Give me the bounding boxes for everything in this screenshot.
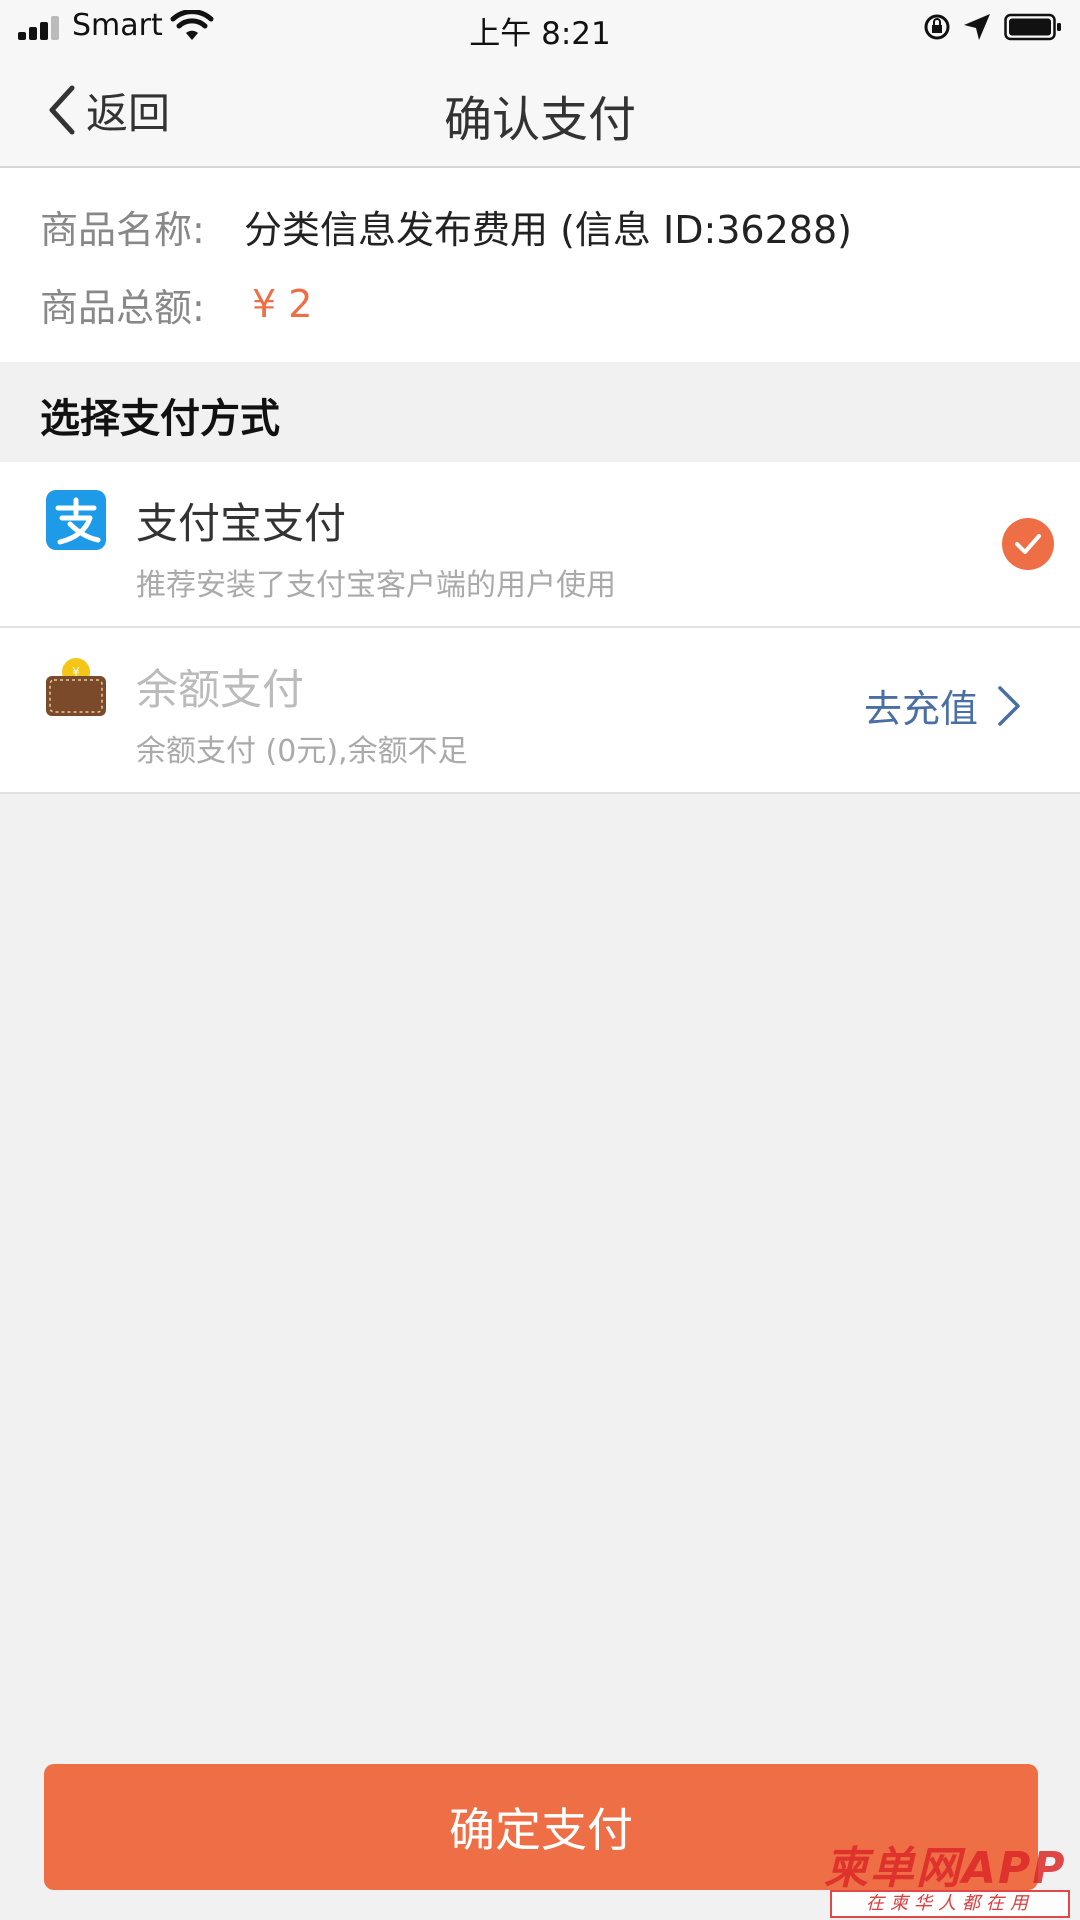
alipay-subtitle: 推荐安装了支付宝客户端的用户使用 [136,568,616,603]
selected-check-icon [1002,518,1054,570]
recharge-link[interactable]: 去充值 [864,678,1022,733]
product-amount-value: ¥ 2 [252,282,313,326]
chevron-right-icon [998,685,1020,726]
payment-section-header: 选择支付方式 [0,362,1080,462]
battery-icon [1004,13,1061,41]
balance-option[interactable]: ¥ 余额支付 余额支付 (0元),余额不足 去充值 [0,628,1080,794]
confirm-payment-button[interactable]: 确定支付 [44,1764,1038,1890]
page-title: 确认支付 [443,92,636,148]
alipay-title: 支付宝支付 [136,499,347,548]
balance-subtitle: 余额支付 (0元),余额不足 [136,734,468,769]
orientation-lock-icon [924,14,950,40]
alipay-option[interactable]: 支付宝支付 推荐安装了支付宝客户端的用户使用 [0,462,1080,628]
watermark-slogan: 在柬华人都在用 [830,1890,1070,1918]
payment-section-title: 选择支付方式 [40,396,280,442]
wallet-icon: ¥ [46,658,106,716]
product-name-row: 商品名称: 分类信息发布费用 (信息 ID:36288) [40,196,852,256]
product-info: 商品名称: 分类信息发布费用 (信息 ID:36288) 商品总额: ¥ 2 [0,168,1080,362]
product-amount-row: 商品总额: ¥ 2 [40,274,312,334]
product-name-label: 商品名称: [40,207,205,252]
recharge-label: 去充值 [864,687,979,731]
balance-title: 余额支付 [136,665,305,714]
nav-bar: 返回 确认支付 [0,56,1080,168]
status-bar: Smart 上午 8:21 [0,0,1080,56]
product-name-value: 分类信息发布费用 (信息 ID:36288) [244,207,852,252]
location-icon [964,14,990,40]
status-time: 上午 8:21 [469,16,611,52]
alipay-icon [46,490,106,550]
product-amount-label: 商品总额: [40,285,205,330]
